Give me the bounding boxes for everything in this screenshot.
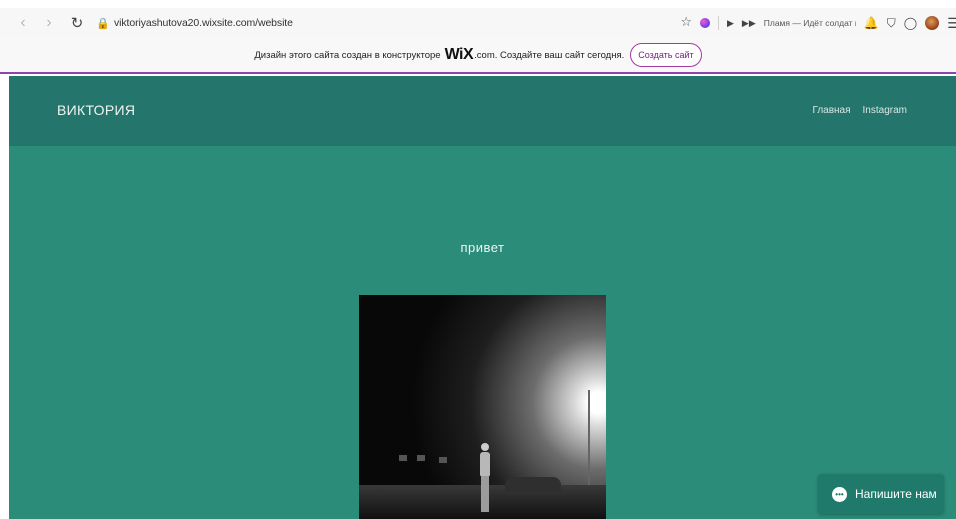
photo-person-legs bbox=[481, 476, 489, 512]
wix-logo[interactable]: WiX bbox=[445, 46, 474, 64]
site-nav: Главная Instagram bbox=[812, 105, 907, 116]
toolbar-separator bbox=[718, 16, 719, 30]
pocket-icon[interactable]: ⛉ bbox=[887, 16, 896, 31]
address-bar[interactable]: 🔒 viktoriyashutova20.wixsite.com/website… bbox=[96, 12, 692, 34]
photo-window bbox=[399, 455, 407, 461]
back-icon[interactable]: ‹ bbox=[12, 12, 34, 34]
whatsapp-icon[interactable]: ◯ bbox=[904, 16, 917, 30]
extension-icon[interactable] bbox=[700, 18, 710, 28]
greeting-heading: привет bbox=[460, 240, 505, 255]
night-photo bbox=[359, 295, 606, 519]
wix-banner-text-after: .com. Создайте ваш сайт сегодня. bbox=[474, 49, 625, 61]
chat-button-label: Напишите нам bbox=[855, 487, 937, 501]
create-site-button[interactable]: Создать сайт bbox=[630, 43, 702, 67]
photo-car bbox=[505, 477, 561, 495]
play-icon[interactable]: ▶ bbox=[727, 18, 734, 29]
site-header: ВИКТОРИЯ Главная Instagram bbox=[9, 76, 956, 146]
now-playing-track[interactable]: Пламя — Идёт солдат по bbox=[764, 18, 856, 28]
wix-banner-text-before: Дизайн этого сайта создан в конструкторе bbox=[254, 49, 441, 61]
next-icon[interactable]: ▶▶ bbox=[742, 18, 756, 29]
photo-window bbox=[439, 457, 447, 463]
site-logo[interactable]: ВИКТОРИЯ bbox=[57, 102, 135, 118]
main-content: привет bbox=[9, 146, 956, 519]
reload-icon[interactable]: ↻ bbox=[66, 12, 88, 34]
photo-person-body bbox=[480, 452, 490, 476]
bell-icon[interactable]: 🔔 bbox=[864, 16, 879, 30]
nav-item-home[interactable]: Главная bbox=[812, 105, 850, 116]
nav-item-instagram[interactable]: Instagram bbox=[863, 105, 907, 116]
url-text[interactable]: viktoriyashutova20.wixsite.com/website bbox=[114, 17, 293, 29]
chat-button[interactable]: ••• Напишите нам bbox=[818, 474, 944, 514]
profile-avatar[interactable] bbox=[925, 16, 940, 30]
wix-promo-banner: Дизайн этого сайта создан в конструкторе… bbox=[0, 38, 956, 74]
lock-icon: 🔒 bbox=[96, 17, 110, 30]
extensions-area: ▶ ▶▶ Пламя — Идёт солдат по 🔔 ⛉ ◯ ☰ bbox=[700, 12, 956, 34]
forward-icon[interactable]: › bbox=[38, 12, 60, 34]
menu-icon[interactable]: ☰ bbox=[947, 15, 956, 32]
photo-person bbox=[478, 443, 492, 519]
photo-person-head bbox=[481, 443, 489, 451]
photo-window bbox=[417, 455, 425, 461]
chat-icon: ••• bbox=[832, 486, 847, 502]
star-icon[interactable]: ☆ bbox=[680, 14, 692, 30]
browser-toolbar: ‹ › ↻ 🔒 viktoriyashutova20.wixsite.com/w… bbox=[0, 8, 956, 38]
